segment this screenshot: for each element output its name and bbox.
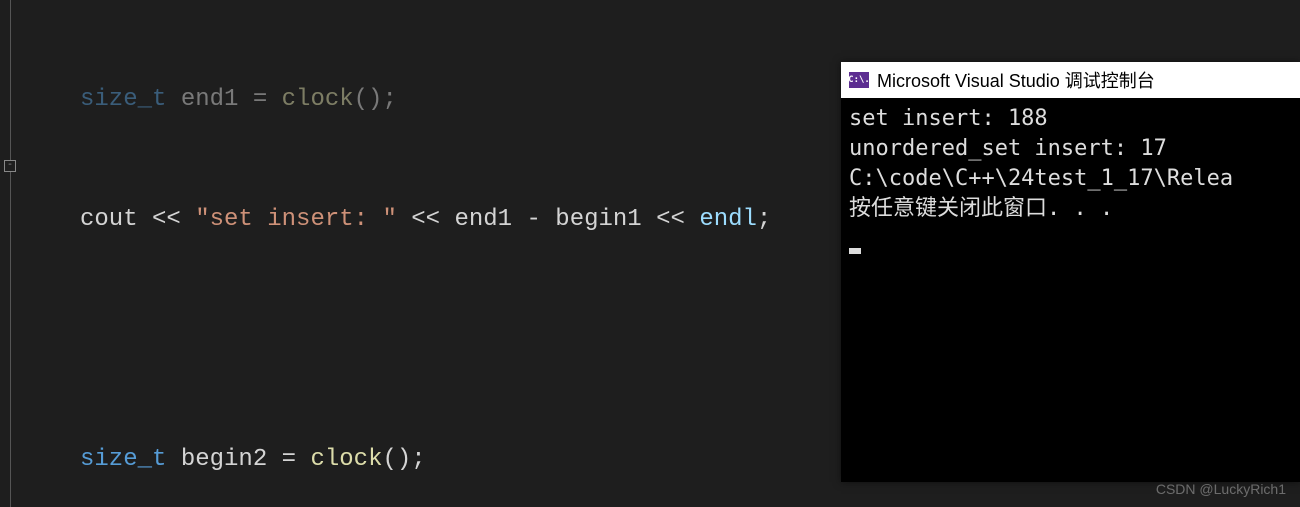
console-cursor [849, 248, 861, 254]
console-line: 按任意键关闭此窗口. . . [849, 194, 1292, 224]
console-title: Microsoft Visual Studio 调试控制台 [877, 67, 1155, 93]
console-line: C:\code\C++\24test_1_17\Relea [849, 164, 1292, 194]
console-line: set insert: 188 [849, 104, 1292, 134]
string-literal: "set insert: " [195, 206, 397, 233]
fold-guide-line [10, 0, 11, 507]
debug-console-window[interactable]: C:\. Microsoft Visual Studio 调试控制台 set i… [841, 62, 1300, 482]
fold-toggle-icon[interactable]: - [4, 160, 16, 172]
fn-clock: clock [282, 86, 354, 113]
keyword-size_t: size_t [80, 446, 166, 473]
watermark-text: CSDN @LuckyRich1 [1156, 481, 1286, 497]
editor-gutter: - [0, 0, 20, 507]
fn-clock: clock [310, 446, 382, 473]
keyword-size_t: size_t [80, 86, 166, 113]
console-titlebar[interactable]: C:\. Microsoft Visual Studio 调试控制台 [841, 62, 1300, 98]
vs-console-icon: C:\. [849, 72, 869, 88]
console-line: unordered_set insert: 17 [849, 134, 1292, 164]
identifier-endl: endl [699, 206, 757, 233]
console-output: set insert: 188unordered_set insert: 17C… [841, 98, 1300, 260]
